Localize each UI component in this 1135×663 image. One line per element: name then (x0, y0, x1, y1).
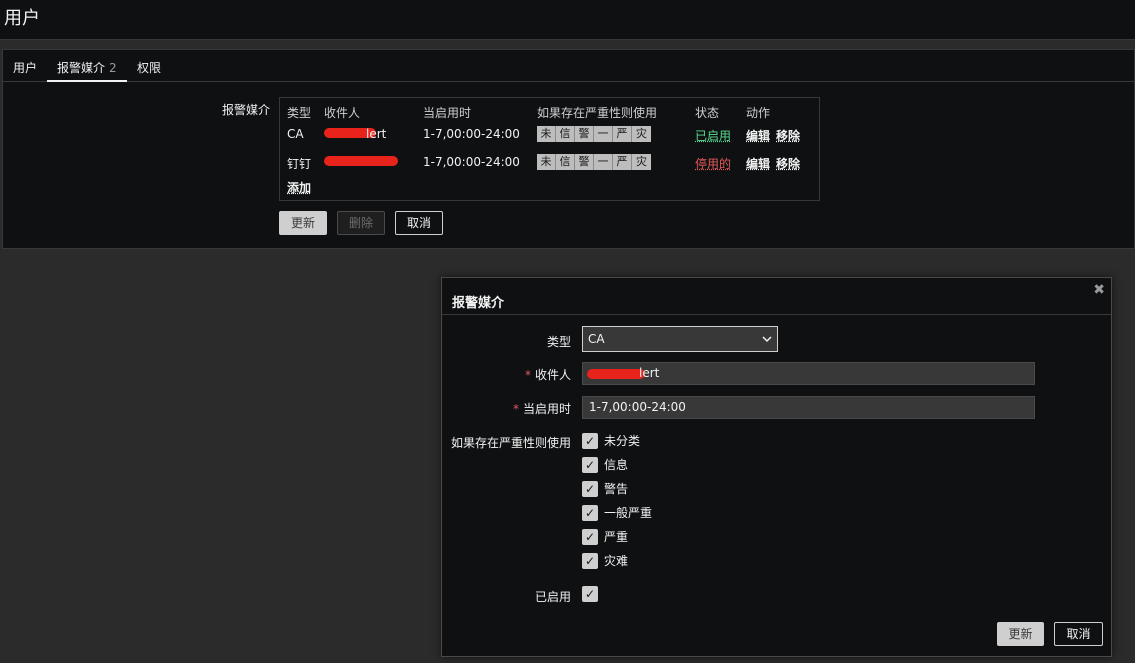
severity-checkbox-row[interactable]: ✓ 未分类 (582, 432, 640, 449)
when-label-text: 当启用时 (522, 402, 571, 416)
row2-edit-link[interactable]: 编辑 (746, 155, 770, 172)
checkbox-checked-icon[interactable]: ✓ (582, 552, 598, 569)
recipient-label-text: 收件人 (534, 368, 571, 382)
row2-type: 钉钉 (287, 157, 312, 171)
dialog-update-button[interactable]: 更新 (997, 622, 1044, 646)
sev-badge: 未 (537, 154, 556, 170)
type-select[interactable]: CA (582, 326, 778, 352)
type-select-value: CA (588, 332, 605, 346)
sev-badge: 警 (575, 126, 594, 142)
checkbox-checked-icon[interactable]: ✓ (582, 586, 598, 602)
required-icon: * (512, 402, 519, 416)
sev-badge: 严 (613, 126, 632, 142)
row2-status[interactable]: 停用的 (695, 155, 731, 172)
row1-status[interactable]: 已启用 (695, 127, 731, 144)
update-button[interactable]: 更新 (279, 211, 327, 235)
severity-option-label: 信息 (604, 458, 629, 472)
dialog-cancel-button[interactable]: 取消 (1054, 622, 1103, 646)
severity-checkbox-row[interactable]: ✓ 一般严重 (582, 504, 652, 521)
severity-option-label: 灾难 (604, 554, 629, 568)
sev-badge: 信 (556, 154, 575, 170)
sev-badge: 警 (575, 154, 594, 170)
tab-user[interactable]: 用户 (13, 59, 37, 76)
recipient-input-value: lert (639, 366, 660, 380)
severity-checkbox-row[interactable]: ✓ 严重 (582, 528, 628, 545)
cancel-button[interactable]: 取消 (395, 211, 443, 235)
sev-badge: 一 (594, 126, 613, 142)
redacted-mark (324, 156, 398, 166)
dialog-title: 报警媒介 (452, 296, 505, 311)
header-recipient: 收件人 (324, 106, 361, 120)
severity-checkbox-row[interactable]: ✓ 信息 (582, 456, 628, 473)
recipient-input[interactable]: lert (582, 362, 1035, 385)
severity-option-label: 一般严重 (604, 506, 653, 520)
required-icon: * (524, 368, 531, 382)
type-label: 类型 (546, 335, 571, 349)
checkbox-checked-icon[interactable]: ✓ (582, 432, 598, 449)
row1-recipient: lert (366, 127, 387, 141)
row2-remove-link[interactable]: 移除 (776, 155, 800, 172)
row2-severity-badges: 未信警一严灾 (537, 154, 651, 170)
row1-edit-link[interactable]: 编辑 (746, 127, 770, 144)
recipient-label: * 收件人 (525, 366, 571, 383)
active-tab-indicator (47, 80, 127, 82)
tab-media-count: 2 (109, 61, 117, 75)
checkbox-checked-icon[interactable]: ✓ (582, 528, 598, 545)
sev-badge: 严 (613, 154, 632, 170)
tab-media[interactable]: 报警媒介 2 (57, 59, 117, 76)
delete-button[interactable]: 删除 (337, 211, 385, 235)
when-label: * 当启用时 (513, 400, 571, 417)
header-when: 当启用时 (423, 106, 472, 120)
close-icon[interactable]: ✖ (1093, 282, 1105, 298)
tabs-bar: 用户 报警媒介 2 权限 (3, 50, 1134, 82)
tab-media-label: 报警媒介 (57, 61, 106, 75)
page-header: 用户 (0, 0, 1135, 40)
row1-severity-badges: 未信警一严灾 (537, 126, 651, 142)
media-dialog: 报警媒介 ✖ 类型 CA * 收件人 lert * 当启用时 1-7,00:00-2… (441, 277, 1112, 657)
row1-when: 1-7,00:00-24:00 (423, 127, 520, 141)
severity-option-label: 警告 (604, 482, 629, 496)
media-field-label: 报警媒介 (222, 103, 271, 117)
row1-remove-link[interactable]: 移除 (776, 127, 800, 144)
sev-badge: 灾 (632, 154, 651, 170)
sev-badge: 一 (594, 154, 613, 170)
media-table: 类型 收件人 当启用时 如果存在严重性则使用 状态 动作 CA lert 1-7… (279, 97, 820, 201)
header-severity: 如果存在严重性则使用 (537, 106, 658, 120)
header-type: 类型 (287, 106, 312, 120)
checkbox-checked-icon[interactable]: ✓ (582, 456, 598, 473)
severity-checkbox-row[interactable]: ✓ 灾难 (582, 552, 628, 569)
enabled-checkbox-row[interactable]: ✓ (582, 586, 598, 602)
severity-label: 如果存在严重性则使用 (450, 436, 571, 450)
severity-option-label: 未分类 (604, 434, 641, 448)
tab-permissions[interactable]: 权限 (137, 59, 161, 76)
add-media-link[interactable]: 添加 (287, 179, 311, 196)
severity-checkbox-row[interactable]: ✓ 警告 (582, 480, 628, 497)
enabled-label: 已启用 (534, 590, 571, 604)
page-title: 用户 (4, 8, 40, 29)
sev-badge: 信 (556, 126, 575, 142)
checkbox-checked-icon[interactable]: ✓ (582, 504, 598, 521)
sev-badge: 灾 (632, 126, 651, 142)
dialog-divider (442, 314, 1111, 315)
redacted-mark (587, 369, 645, 379)
tabs-panel: 用户 报警媒介 2 权限 报警媒介 类型 收件人 当启用时 如果存在严重性则使用 … (2, 49, 1135, 249)
checkbox-checked-icon[interactable]: ✓ (582, 480, 598, 497)
header-action: 动作 (746, 106, 771, 120)
when-input[interactable]: 1-7,00:00-24:00 (582, 396, 1035, 419)
chevron-down-icon (761, 327, 773, 360)
row1-type: CA (287, 127, 304, 141)
sev-badge: 未 (537, 126, 556, 142)
severity-option-label: 严重 (604, 530, 629, 544)
header-status: 状态 (695, 106, 720, 120)
row2-when: 1-7,00:00-24:00 (423, 155, 520, 169)
